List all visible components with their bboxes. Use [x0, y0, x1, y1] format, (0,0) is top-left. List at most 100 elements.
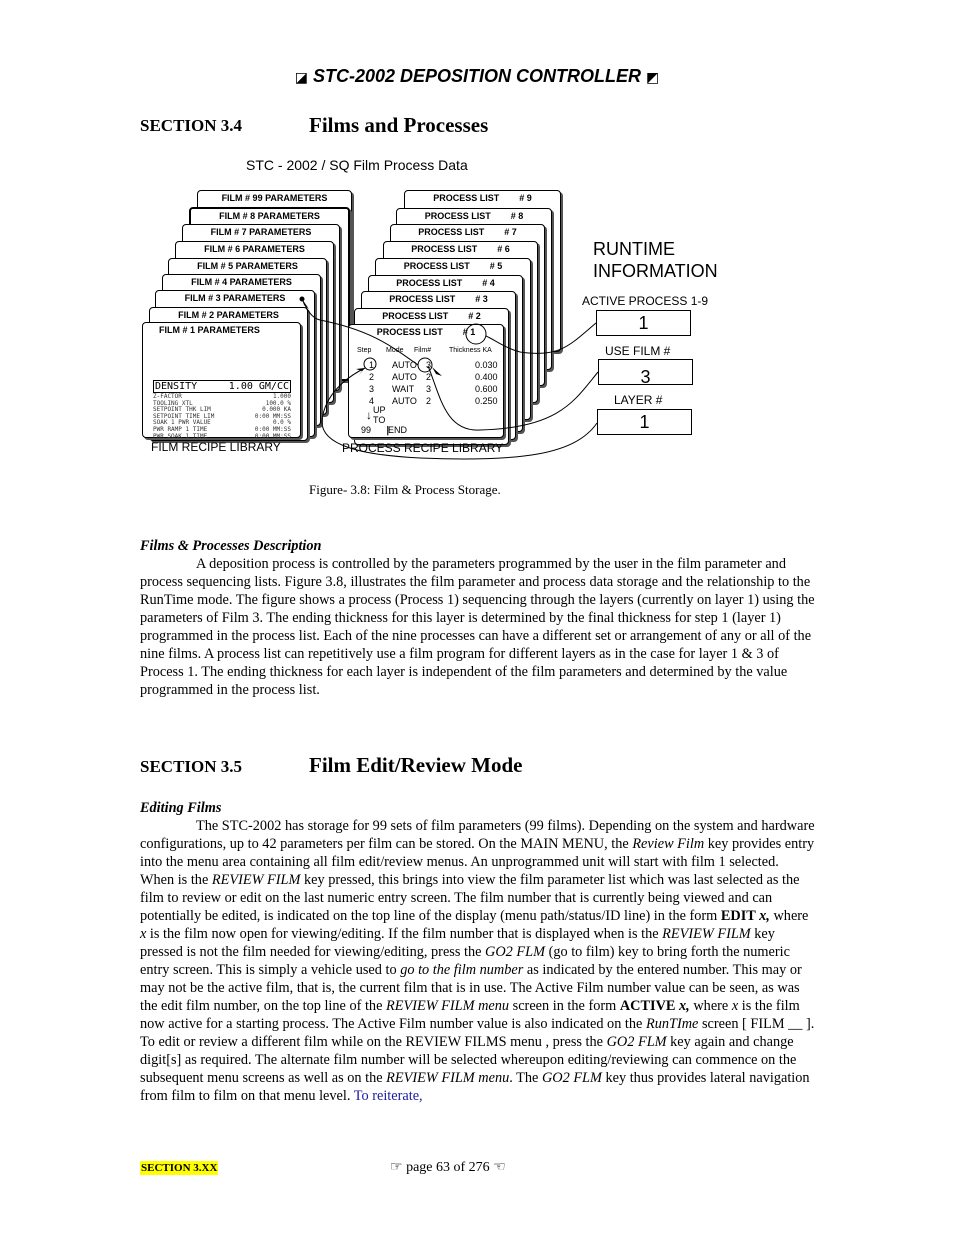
process-table-header-mode: Mode	[386, 347, 404, 354]
layer-label: LAYER #	[614, 393, 663, 407]
paragraph-text: is the film now open for viewing/editing…	[146, 926, 663, 942]
paragraph-text: GO2 FLM	[606, 1034, 667, 1050]
mode-cell: AUTO	[392, 396, 417, 406]
figure-caption: Figure- 3.8: Film & Process Storage.	[309, 482, 501, 497]
paragraph-text: where	[769, 908, 809, 924]
process-card-number: # 6	[497, 244, 510, 254]
runtime-title-line2: INFORMATION	[593, 261, 718, 281]
lcd-value: 1.00 GM/CC	[228, 381, 289, 392]
header-title: STC-2002 DEPOSITION CONTROLLER	[312, 66, 642, 86]
thickness-cell: 0.250	[475, 396, 498, 406]
active-process-label: ACTIVE PROCESS 1-9	[582, 294, 709, 308]
process-card-label: PROCESS LIST	[411, 244, 478, 254]
section-title: Films and Processes	[309, 113, 489, 137]
film-card-title: FILM # 5 PARAMETERS	[197, 261, 298, 271]
paragraph-text: ACTIVE	[619, 998, 680, 1014]
film-card-title: FILM # 3 PARAMETERS	[184, 293, 286, 303]
down-arrow-icon: ↓	[366, 408, 372, 422]
film-cell: 2	[426, 396, 432, 406]
active-process-value: 1	[596, 310, 691, 336]
process-card-title: PROCESS LIST # 8	[397, 211, 551, 221]
runtime-title: RUNTIME INFORMATION	[593, 238, 718, 282]
process-card-number: # 5	[489, 261, 503, 271]
film-cell: 3	[426, 384, 432, 394]
use-film-label: USE FILM #	[605, 344, 671, 358]
footer-section-tag: SECTION 3.XX	[140, 1161, 219, 1175]
paragraph-text: x,	[759, 908, 770, 924]
process-card-label: PROCESS LIST	[382, 311, 449, 321]
process-card-number: # 4	[482, 278, 495, 288]
process-card-title: PROCESS LIST # 2	[355, 311, 508, 321]
last-step-label: 99	[361, 425, 372, 435]
process-card-number: # 7	[504, 227, 517, 237]
section-number: SECTION 3.5	[140, 757, 243, 776]
paragraph-text: screen in the form	[509, 998, 620, 1014]
film-card-title: FILM # 7 PARAMETERS	[210, 227, 312, 237]
header-left-decoration-icon: ◪	[294, 69, 308, 85]
process-table-header-thickness: Thickness KA	[449, 347, 492, 354]
process-card-title: PROCESS LIST # 1	[349, 327, 503, 337]
thickness-cell: 0.600	[475, 384, 498, 394]
page-indicator: ☞ page 63 of 276 ☜	[390, 1159, 506, 1176]
film-card-title: FILM # 6 PARAMETERS	[204, 244, 305, 254]
editing-films-paragraph: The STC-2002 has storage for 99 sets of …	[140, 817, 816, 1105]
step-cell: 1	[369, 360, 375, 370]
process-card-number: # 1	[462, 327, 476, 337]
hand-pointing-left-icon: ☜	[493, 1160, 506, 1175]
lcd-row: DENSITY 1.00 GM/CC	[153, 380, 291, 393]
link-text[interactable]: To reiterate,	[354, 1088, 423, 1104]
step-cell: 3	[369, 384, 375, 394]
process-card-title: PROCESS LIST # 7	[391, 227, 544, 237]
process-card-label: PROCESS LIST	[424, 211, 491, 221]
paragraph-text: REVIEW FILM	[662, 926, 751, 942]
up-label: UP	[373, 405, 386, 415]
process-library-label: PROCESS RECIPE LIBRARY	[342, 441, 504, 455]
film-cell: 2	[426, 372, 432, 382]
film-card-title: FILM # 2 PARAMETERS	[178, 310, 279, 320]
thickness-cell: 0.400	[475, 372, 498, 382]
mode-cell: WAIT	[392, 384, 415, 394]
page-header: ◪ STC-2002 DEPOSITION CONTROLLER ◩	[0, 66, 954, 87]
film-cell: 3	[426, 360, 432, 370]
page-number-text: page 63 of 276	[406, 1160, 490, 1175]
paragraph-text: where	[689, 998, 732, 1014]
process-card-label: PROCESS LIST	[433, 193, 500, 203]
mode-cell: AUTO	[392, 360, 417, 370]
paragraph-text: RunTIme	[645, 1016, 699, 1032]
process-card-title: PROCESS LIST # 4	[369, 278, 522, 288]
step-cell: 2	[369, 372, 375, 382]
section-title: Film Edit/Review Mode	[309, 753, 523, 777]
process-card-number: # 3	[475, 294, 488, 304]
process-card-title: PROCESS LIST # 9	[405, 193, 560, 203]
paragraph-text: GO2 FLM	[485, 944, 545, 960]
process-card-label: PROCESS LIST	[389, 294, 456, 304]
process-card-label: PROCESS LIST	[418, 227, 485, 237]
process-card-number: # 9	[519, 193, 532, 203]
paragraph-text: . The	[509, 1070, 542, 1086]
end-label: END	[388, 425, 408, 435]
hand-pointing-right-icon: ☞	[390, 1160, 403, 1175]
process-table-header-film: Film#	[414, 347, 432, 354]
process-card-title: PROCESS LIST # 3	[362, 294, 515, 304]
process-card-number: # 2	[468, 311, 481, 321]
process-table-header-step: Step	[357, 347, 372, 354]
process-card-number: # 8	[510, 211, 524, 221]
use-film-value: 3	[598, 359, 693, 385]
to-label: TO	[373, 415, 386, 425]
editing-films-heading: Editing Films	[140, 800, 222, 816]
process-card-title: PROCESS LIST # 6	[384, 244, 537, 254]
paragraph-text: REVIEW FILM	[211, 872, 301, 888]
paragraph-text: GO2 FLM	[541, 1070, 602, 1086]
thickness-cell: 0.030	[475, 360, 498, 370]
paragraph-text: x,	[679, 998, 690, 1014]
header-right-decoration-icon: ◩	[646, 69, 660, 85]
runtime-title-line1: RUNTIME	[593, 239, 675, 259]
process-card-label: PROCESS LIST	[396, 278, 463, 288]
film-lcd-screen: DENSITY 1.00 GM/CC Z-FACTOR 1.000 TOOLING…	[153, 380, 291, 440]
process-card-label: PROCESS LIST	[403, 261, 470, 271]
section-number: SECTION 3.4	[140, 116, 243, 135]
layer-value: 1	[597, 409, 692, 435]
paragraph-text: A deposition process is controlled by th…	[140, 556, 815, 698]
film-card-title: FILM # 4 PARAMETERS	[191, 277, 292, 287]
process-card-title: PROCESS LIST # 5	[376, 261, 530, 271]
